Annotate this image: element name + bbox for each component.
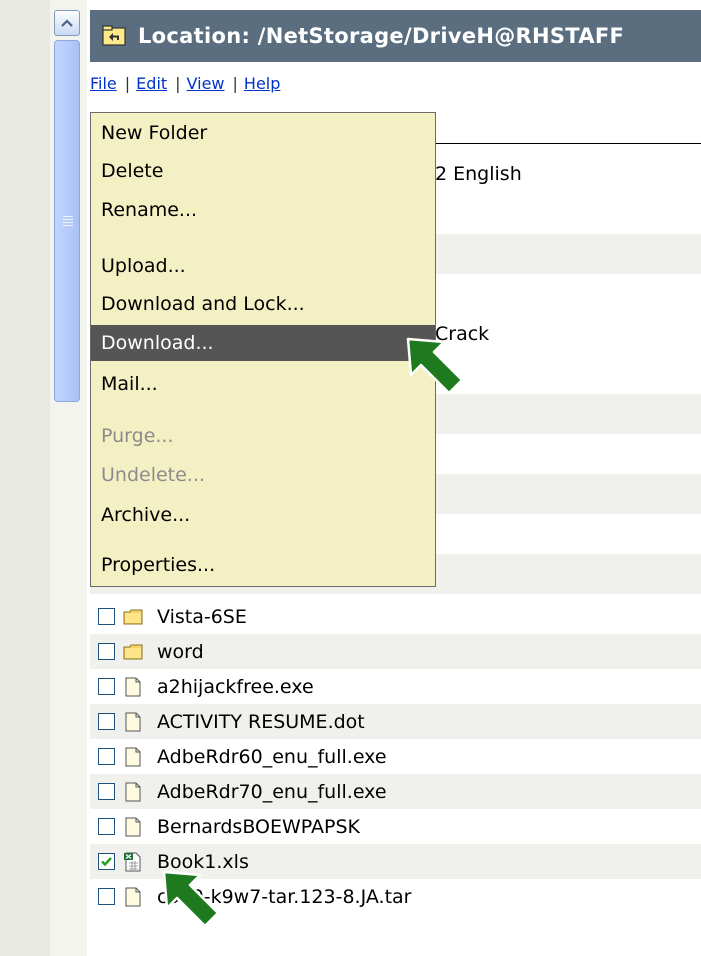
row-checkbox[interactable] — [98, 678, 115, 695]
checkmark-icon — [101, 857, 112, 867]
document-icon — [125, 747, 141, 766]
menu-item-rename[interactable]: Rename... — [91, 192, 435, 228]
document-icon — [125, 817, 141, 836]
menu-separator: | — [232, 73, 238, 93]
menu-help[interactable]: Help — [244, 74, 280, 93]
menu-file[interactable]: File — [90, 74, 117, 93]
menu-separator: | — [124, 73, 131, 93]
menu-item-upload[interactable]: Upload... — [91, 248, 435, 284]
folder-icon — [123, 644, 143, 659]
menu-item-delete[interactable]: Delete — [91, 153, 435, 189]
menu-separator: | — [175, 73, 181, 93]
menu-item-new-folder[interactable]: New Folder — [91, 115, 435, 151]
table-row[interactable]: a2hijackfree.exe — [90, 669, 701, 704]
excel-file-icon — [124, 852, 141, 871]
document-icon — [125, 782, 141, 801]
document-icon — [125, 677, 141, 696]
arrow-pointer-icon — [406, 337, 464, 395]
scroll-thumb[interactable] — [54, 40, 80, 402]
table-row[interactable]: AdbeRdr60_enu_full.exe — [90, 739, 701, 774]
file-name[interactable]: AdbeRdr70_enu_full.exe — [157, 781, 387, 803]
file-dropdown-menu: New Folder Delete Rename... Upload... Do… — [90, 112, 436, 587]
partial-file-name: 2 English — [435, 163, 522, 185]
menu-item-archive[interactable]: Archive... — [91, 497, 435, 533]
table-row[interactable]: ACTIVITY RESUME.dot — [90, 704, 701, 739]
menu-item-properties[interactable]: Properties... — [91, 547, 435, 583]
file-name[interactable]: AdbeRdr60_enu_full.exe — [157, 746, 387, 768]
folder-up-icon[interactable] — [102, 25, 126, 47]
document-icon — [125, 712, 141, 731]
document-icon — [125, 887, 141, 906]
column-header-rule — [435, 143, 701, 144]
row-checkbox[interactable] — [98, 783, 115, 800]
location-title: Location: /NetStorage/DriveH@RHSTAFF — [138, 24, 625, 48]
row-checkbox[interactable] — [98, 888, 115, 905]
left-gutter — [0, 0, 50, 956]
menu-view[interactable]: View — [187, 74, 225, 93]
table-row[interactable]: BernardsBOEWPAPSK — [90, 809, 701, 844]
file-name[interactable]: BernardsBOEWPAPSK — [157, 816, 360, 838]
arrow-pointer-icon — [162, 870, 220, 928]
folder-icon — [123, 609, 143, 624]
table-row[interactable]: word — [90, 634, 701, 669]
row-checkbox[interactable] — [98, 818, 115, 835]
scroll-up-button[interactable] — [54, 10, 80, 36]
menubar: File | Edit | View | Help — [90, 70, 280, 96]
chevron-up-icon — [61, 19, 73, 27]
row-checkbox[interactable] — [98, 608, 115, 625]
menu-item-download[interactable]: Download... — [91, 325, 435, 361]
menu-edit[interactable]: Edit — [136, 74, 167, 93]
scroll-grip — [63, 216, 73, 228]
table-row[interactable]: AdbeRdr70_enu_full.exe — [90, 774, 701, 809]
menu-item-purge: Purge... — [101, 425, 174, 447]
location-header: Location: /NetStorage/DriveH@RHSTAFF — [90, 10, 701, 62]
row-checkbox[interactable] — [98, 713, 115, 730]
file-name[interactable]: Vista-6SE — [157, 606, 247, 628]
menu-item-mail[interactable]: Mail... — [91, 366, 435, 402]
file-name[interactable]: word — [157, 641, 204, 663]
table-row[interactable]: Vista-6SE — [90, 599, 701, 634]
row-checkbox-checked[interactable] — [98, 853, 115, 870]
menu-item-download-and-lock[interactable]: Download and Lock... — [91, 286, 435, 322]
row-checkbox[interactable] — [98, 643, 115, 660]
file-name[interactable]: a2hijackfree.exe — [157, 676, 314, 698]
menu-item-undelete: Undelete... — [101, 464, 205, 486]
row-checkbox[interactable] — [98, 748, 115, 765]
file-name[interactable]: ACTIVITY RESUME.dot — [157, 711, 365, 733]
